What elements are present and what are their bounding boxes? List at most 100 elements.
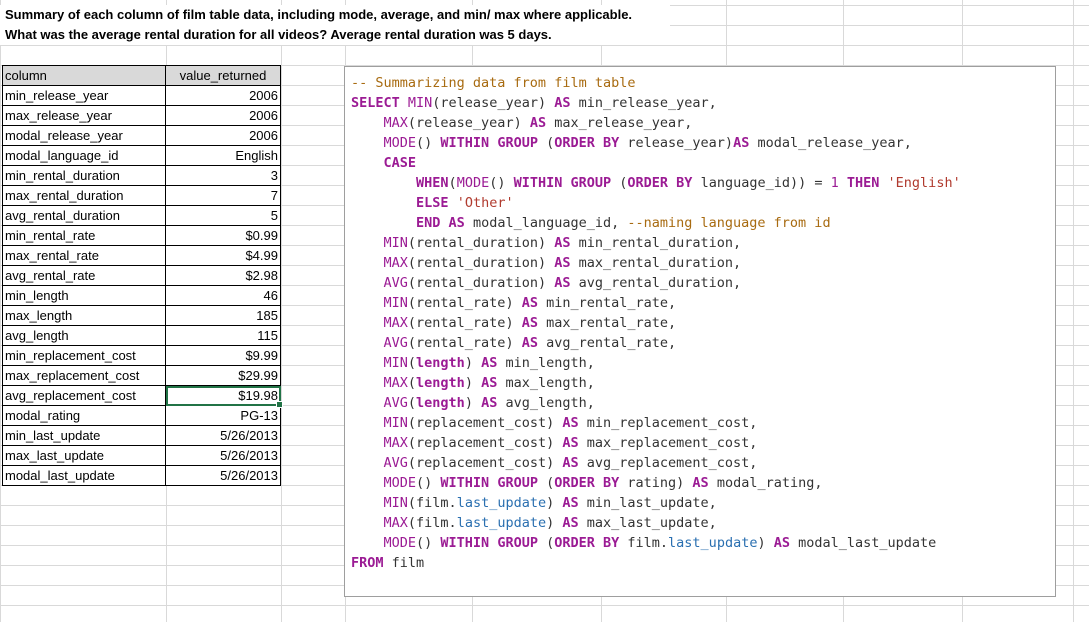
code-token: film	[383, 555, 425, 571]
value-cell[interactable]: $9.99	[165, 345, 281, 366]
code-token: AS	[562, 515, 579, 531]
column-name-cell[interactable]: max_last_update	[2, 445, 166, 466]
code-token: )	[546, 515, 563, 531]
value-cell[interactable]: 2006	[165, 125, 281, 146]
code-token: END AS	[416, 215, 465, 231]
table-row: max_length 185	[2, 305, 281, 326]
code-token: rating)	[619, 475, 693, 491]
grid-row-line	[0, 605, 1089, 606]
code-token: (	[448, 175, 457, 191]
value-cell[interactable]: $29.99	[165, 365, 281, 386]
column-name-cell[interactable]: modal_last_update	[2, 465, 166, 486]
value-cell[interactable]: $0.99	[165, 225, 281, 246]
code-line: MODE() WITHIN GROUP (ORDER BY film.last_…	[351, 533, 1049, 553]
column-name-cell[interactable]: max_rental_rate	[2, 245, 166, 266]
code-token: AS	[529, 115, 547, 131]
table-row: modal_rating PG-13	[2, 405, 281, 426]
value-cell[interactable]: 115	[165, 325, 281, 346]
code-line: MIN(rental_duration) AS min_rental_durat…	[351, 233, 1049, 253]
column-name-cell[interactable]: avg_rental_duration	[2, 205, 166, 226]
table-header-row: column value_returned	[2, 65, 281, 86]
table-row: min_rental_duration 3	[2, 165, 281, 186]
value-cell[interactable]: $4.99	[165, 245, 281, 266]
column-name-cell[interactable]: max_rental_duration	[2, 185, 166, 206]
column-name-cell[interactable]: modal_release_year	[2, 125, 166, 146]
column-name-cell[interactable]: min_rental_rate	[2, 225, 166, 246]
code-token: WITHIN GROUP	[440, 135, 538, 151]
code-token: AS	[481, 395, 498, 411]
column-name-cell[interactable]: min_replacement_cost	[2, 345, 166, 366]
column-name-cell[interactable]: modal_rating	[2, 405, 166, 426]
column-name-cell[interactable]: avg_replacement_cost	[2, 385, 166, 406]
code-token: film.	[619, 535, 669, 551]
value-cell[interactable]: 3	[165, 165, 281, 186]
code-token: ()	[416, 535, 441, 551]
value-cell[interactable]: $2.98	[165, 265, 281, 286]
code-token: min_last_update,	[578, 495, 717, 511]
code-line: AVG(rental_rate) AS avg_rental_rate,	[351, 333, 1049, 353]
code-token: language_id)) =	[692, 175, 831, 191]
code-token: min_length,	[497, 355, 595, 371]
code-token: AS	[554, 255, 571, 271]
code-token: FROM	[351, 555, 384, 571]
sql-code-textbox[interactable]: -- Summarizing data from film table SELEC…	[344, 66, 1056, 597]
column-name-cell[interactable]: min_rental_duration	[2, 165, 166, 186]
code-token: 'Other'	[456, 195, 514, 211]
code-token: (rental_rate)	[407, 315, 522, 331]
code-token: ORDER BY	[554, 135, 620, 151]
column-name-cell[interactable]: min_last_update	[2, 425, 166, 446]
value-cell[interactable]: 185	[165, 305, 281, 326]
code-token: MODE	[383, 135, 417, 151]
value-cell[interactable]: $19.98	[165, 385, 283, 408]
column-name-cell[interactable]: modal_language_id	[2, 145, 166, 166]
code-token: (	[537, 135, 555, 151]
code-token: length	[416, 375, 465, 391]
column-name-cell[interactable]: min_release_year	[2, 85, 166, 106]
code-token: (replacement_cost)	[407, 455, 563, 471]
fill-handle[interactable]	[276, 401, 283, 408]
column-name-cell[interactable]: avg_rental_rate	[2, 265, 166, 286]
summary-header-cell[interactable]: Summary of each column of film table dat…	[0, 5, 670, 45]
code-token: )	[464, 375, 482, 391]
code-token: (replacement_cost)	[407, 435, 563, 451]
column-name-cell[interactable]: max_length	[2, 305, 166, 326]
value-cell[interactable]: 7	[165, 185, 281, 206]
value-returned-header[interactable]: value_returned	[165, 65, 281, 86]
code-token: )	[464, 395, 482, 411]
column-name-cell[interactable]: max_release_year	[2, 105, 166, 126]
code-token: (rental_duration)	[407, 235, 555, 251]
column-header[interactable]: column	[2, 65, 166, 86]
grid-column-line	[281, 0, 282, 622]
value-cell[interactable]: 2006	[165, 85, 281, 106]
value-cell[interactable]: English	[165, 145, 281, 166]
table-row: max_replacement_cost $29.99	[2, 365, 281, 386]
code-token: )	[757, 535, 774, 551]
value-cell[interactable]: 2006	[165, 105, 281, 126]
column-name-cell[interactable]: max_replacement_cost	[2, 365, 166, 386]
value-cell[interactable]: 5	[165, 205, 281, 226]
code-token: AVG	[383, 335, 408, 351]
code-token: MODE	[383, 475, 417, 491]
code-token: )	[546, 495, 563, 511]
code-line: MAX(release_year) AS max_release_year,	[351, 113, 1049, 133]
code-token: AVG	[383, 275, 408, 291]
value-cell[interactable]: 5/26/2013	[165, 425, 281, 446]
column-name-cell[interactable]: min_length	[2, 285, 166, 306]
value-cell[interactable]: 5/26/2013	[165, 445, 281, 466]
column-name-cell[interactable]: avg_length	[2, 325, 166, 346]
code-line: MIN(length) AS min_length,	[351, 353, 1049, 373]
table-row: modal_last_update 5/26/2013	[2, 465, 281, 486]
value-cell[interactable]: PG-13	[165, 405, 281, 426]
value-cell[interactable]: 46	[165, 285, 281, 306]
code-token: )	[464, 355, 482, 371]
value-cell[interactable]: 5/26/2013	[165, 465, 281, 486]
